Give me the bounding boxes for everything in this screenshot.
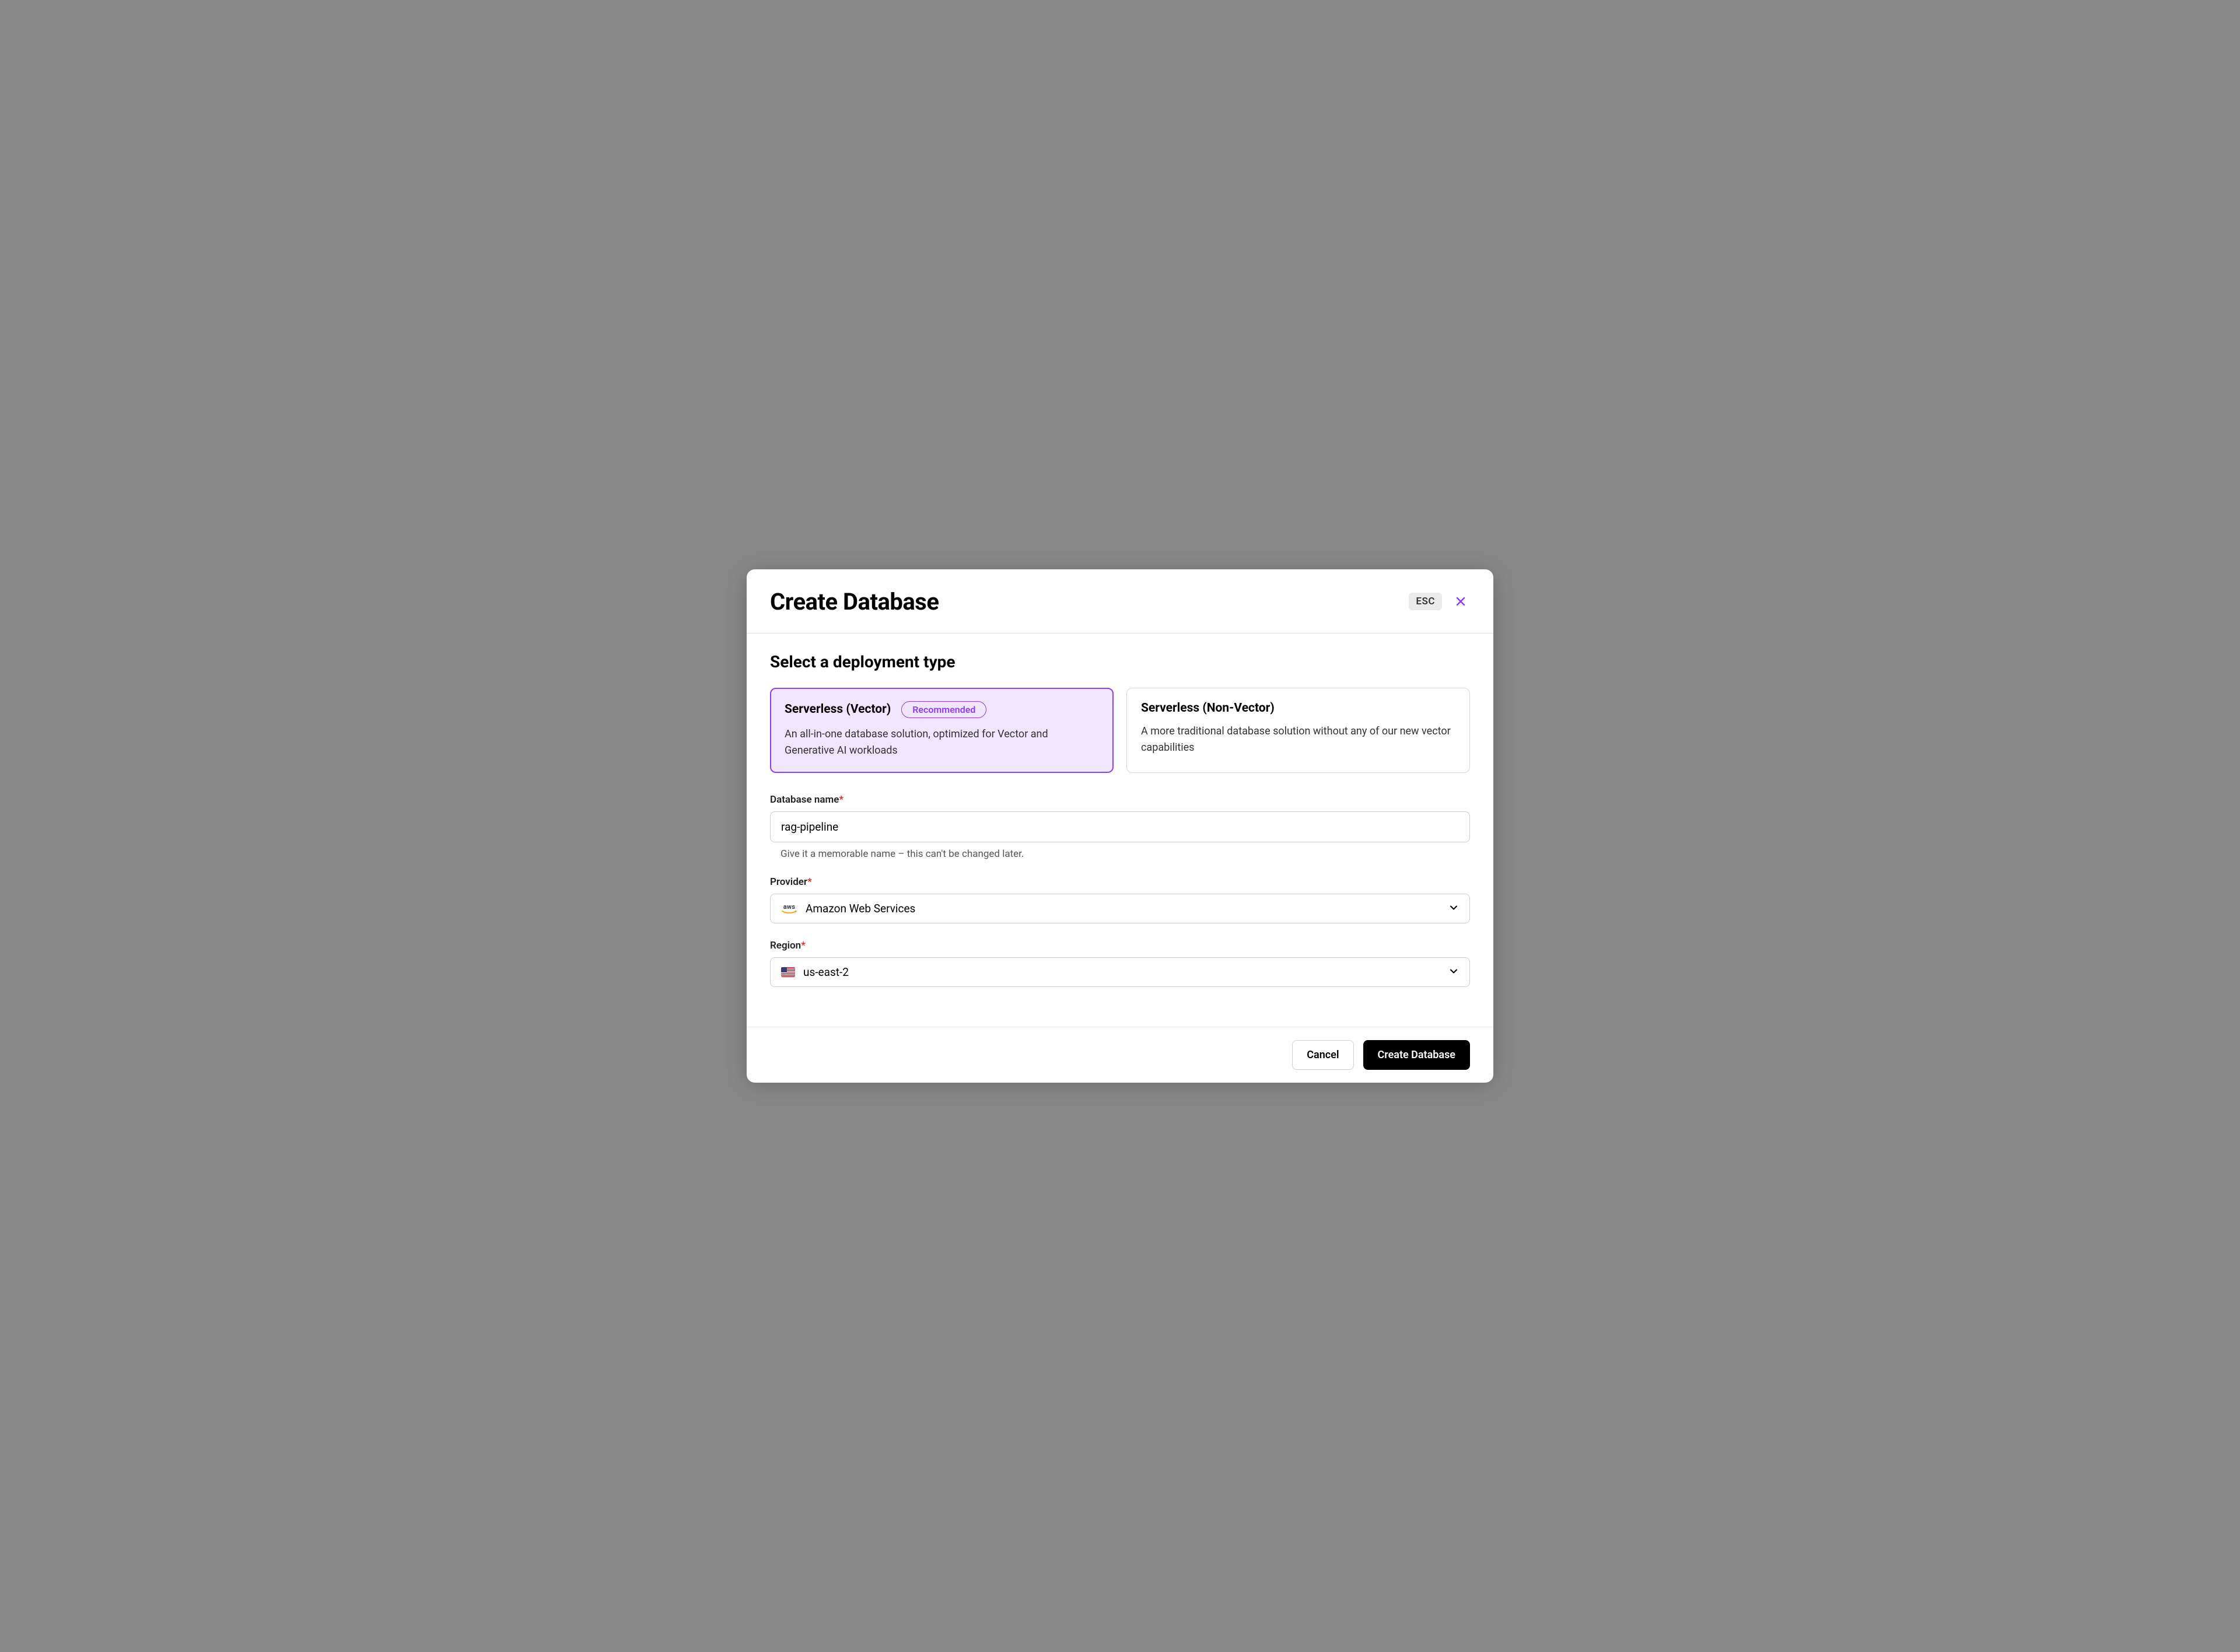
required-indicator: * xyxy=(801,940,806,951)
aws-icon: aws xyxy=(781,904,797,914)
provider-label: Provider* xyxy=(770,876,812,888)
header-actions: ESC xyxy=(1409,592,1470,611)
region-group: Region* us-east-2 xyxy=(770,940,1470,987)
esc-key-hint: ESC xyxy=(1409,593,1442,610)
region-value: us-east-2 xyxy=(803,965,849,979)
database-name-group: Database name* Give it a memorable name … xyxy=(770,794,1470,860)
database-name-input[interactable] xyxy=(770,811,1470,842)
option-title: Serverless (Vector) xyxy=(785,702,891,716)
close-icon xyxy=(1454,594,1468,608)
region-select[interactable]: us-east-2 xyxy=(770,957,1470,987)
create-database-modal: Create Database ESC Select a deployment … xyxy=(747,569,1493,1083)
region-select-wrapper: us-east-2 xyxy=(770,957,1470,987)
required-indicator: * xyxy=(807,876,812,888)
deployment-type-heading: Select a deployment type xyxy=(770,652,1470,671)
option-description: An all-in-one database solution, optimiz… xyxy=(785,726,1099,759)
option-title: Serverless (Non-Vector) xyxy=(1141,701,1275,715)
us-flag-icon xyxy=(781,967,795,977)
modal-header: Create Database ESC xyxy=(747,569,1493,634)
required-indicator: * xyxy=(839,794,844,806)
region-label: Region* xyxy=(770,940,806,951)
recommended-badge: Recommended xyxy=(901,701,986,718)
option-header: Serverless (Non-Vector) xyxy=(1141,701,1455,715)
provider-value: Amazon Web Services xyxy=(806,902,915,915)
cancel-button[interactable]: Cancel xyxy=(1292,1040,1353,1070)
option-description: A more traditional database solution wit… xyxy=(1141,723,1455,756)
option-serverless-nonvector[interactable]: Serverless (Non-Vector) A more tradition… xyxy=(1126,688,1470,774)
create-database-button[interactable]: Create Database xyxy=(1363,1040,1470,1070)
database-name-help: Give it a memorable name – this can't be… xyxy=(770,848,1470,860)
database-name-label: Database name* xyxy=(770,794,844,806)
modal-footer: Cancel Create Database xyxy=(747,1027,1493,1083)
option-serverless-vector[interactable]: Serverless (Vector) Recommended An all-i… xyxy=(770,688,1114,774)
provider-select[interactable]: aws Amazon Web Services xyxy=(770,894,1470,923)
provider-select-wrapper: aws Amazon Web Services xyxy=(770,894,1470,923)
close-button[interactable] xyxy=(1451,592,1470,611)
provider-group: Provider* aws Amazon Web Services xyxy=(770,876,1470,923)
option-header: Serverless (Vector) Recommended xyxy=(785,701,1099,718)
modal-title: Create Database xyxy=(770,588,939,615)
modal-body: Select a deployment type Serverless (Vec… xyxy=(747,634,1493,1027)
deployment-options: Serverless (Vector) Recommended An all-i… xyxy=(770,688,1470,774)
